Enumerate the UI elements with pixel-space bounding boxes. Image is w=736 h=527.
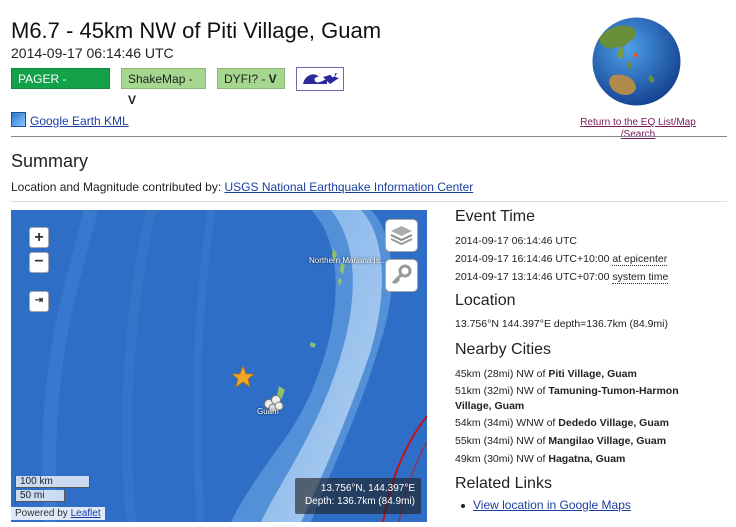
location-value: 13.756°N 144.397°E depth=136.7km (84.9mi… (455, 318, 668, 330)
kml-link-row[interactable]: Google Earth KML (11, 112, 129, 128)
zoom-in-button[interactable]: + (29, 227, 49, 248)
map-depth: Depth: 136.7km (84.9mi) (304, 496, 415, 507)
nearby-city-name: Village, Guam (455, 400, 525, 412)
map-coordinate-box: 13.756°N, 144.397°E Depth: 136.7km (84.9… (295, 478, 421, 514)
summary-heading: Summary (11, 151, 89, 171)
map-attribution: Powered by Leaflet (11, 507, 105, 520)
pager-level: GREEN (18, 96, 54, 107)
nearby-city-distance: 55km (34mi) NW of (455, 435, 549, 447)
nearby-city: 45km (28mi) NW of Piti Village, Guam (455, 367, 637, 382)
nearby-city: 51km (32mi) NW of Tamuning-Tumon-Harmon (455, 384, 679, 399)
dyfi-badge[interactable]: DYFI? - V (217, 68, 285, 89)
usgs-neic-link[interactable]: USGS National Earthquake Information Cen… (224, 180, 473, 194)
bullet-icon (461, 504, 465, 509)
epicenter-time-value: 2014-09-17 16:14:46 UTC+10:00 (455, 253, 613, 265)
contributor-line: Location and Magnitude contributed by: U… (11, 180, 473, 194)
legend-key-button[interactable] (385, 259, 418, 292)
system-time-label: system time (612, 271, 669, 284)
shakemap-badge[interactable]: ShakeMap - V (121, 68, 206, 107)
shakemap-level: V (128, 93, 137, 107)
zoom-out-button[interactable]: − (29, 252, 49, 273)
nearby-city-name: Dededo Village, Guam (558, 417, 669, 429)
leaflet-link[interactable]: Leaflet (71, 508, 101, 519)
epicenter-map[interactable]: Northern Mariana Is... Guam + − ⇥ 100 km… (11, 210, 427, 522)
nearby-city-distance: 51km (32mi) NW of (455, 385, 549, 397)
shakemap-label: ShakeMap - (128, 72, 193, 86)
nearby-city-distance: 45km (28mi) NW of (455, 368, 549, 380)
nearby-city-name: Mangilao Village, Guam (548, 435, 667, 447)
system-time-value: 2014-09-17 13:14:46 UTC+07:00 (455, 271, 613, 283)
tsunami-button[interactable] (296, 67, 344, 91)
event-time-utc: 2014-09-17 06:14:46 UTC (455, 235, 577, 247)
nearby-city-name: Tamuning-Tumon-Harmon (548, 385, 679, 397)
nearby-city: 49km (30mi) NW of Hagatna, Guam (455, 452, 625, 467)
google-maps-link[interactable]: View location in Google Maps (473, 498, 631, 512)
nearby-city: 54km (34mi) WNW of Dededo Village, Guam (455, 416, 669, 431)
tsunami-wave-icon (303, 73, 339, 84)
related-link-item: View location in Google Maps (455, 498, 631, 514)
dyfi-label: DYFI? - (224, 72, 269, 86)
google-earth-icon (11, 112, 26, 127)
google-earth-kml-link[interactable]: Google Earth KML (30, 114, 129, 128)
scale-bar-km: 100 km (15, 476, 90, 488)
fullscreen-button[interactable]: ⇥ (29, 291, 49, 312)
page-title: M6.7 - 45km NW of Piti Village, Guam (11, 18, 382, 43)
map-label-northern-mariana: Northern Mariana Is... (309, 256, 387, 265)
nearby-cities-heading: Nearby Cities (455, 341, 552, 358)
pager-label: PAGER - (18, 72, 67, 86)
nearby-city-continued: Village, Guam (455, 399, 524, 414)
layers-button[interactable] (385, 219, 418, 252)
header-divider (11, 136, 727, 137)
nearby-city-name: Hagatna, Guam (548, 453, 626, 465)
epicenter-time-label: at epicenter (612, 253, 668, 266)
event-time-epicenter: 2014-09-17 16:14:46 UTC+10:00 at epicent… (455, 252, 668, 267)
event-datetime: 2014-09-17 06:14:46 UTC (11, 45, 174, 61)
related-links-heading: Related Links (455, 475, 552, 492)
contributor-prefix: Location and Magnitude contributed by: (11, 180, 225, 194)
nearby-city-distance: 54km (34mi) WNW of (455, 417, 559, 429)
event-time-system: 2014-09-17 13:14:46 UTC+07:00 system tim… (455, 270, 669, 285)
globe-thumbnail[interactable] (592, 17, 681, 106)
key-icon (391, 264, 412, 285)
nearby-city: 55km (34mi) NW of Mangilao Village, Guam (455, 434, 666, 449)
layers-icon (390, 226, 413, 246)
pager-badge[interactable]: PAGER - GREEN (11, 68, 110, 107)
summary-divider (11, 201, 727, 202)
eq-list-link[interactable]: Return to the EQ List/Map /Search (568, 117, 708, 141)
location-heading: Location (455, 292, 516, 309)
event-time-heading: Event Time (455, 208, 536, 225)
nearby-city-distance: 49km (30mi) NW of (455, 453, 549, 465)
attribution-prefix: Powered by (15, 508, 71, 519)
dyfi-level: V (268, 72, 277, 86)
scale-bar-mi: 50 mi (15, 490, 65, 502)
map-coordinates: 13.756°N, 144.397°E (320, 483, 415, 494)
nearby-city-name: Piti Village, Guam (548, 368, 637, 380)
map-label-guam: Guam (257, 407, 279, 416)
